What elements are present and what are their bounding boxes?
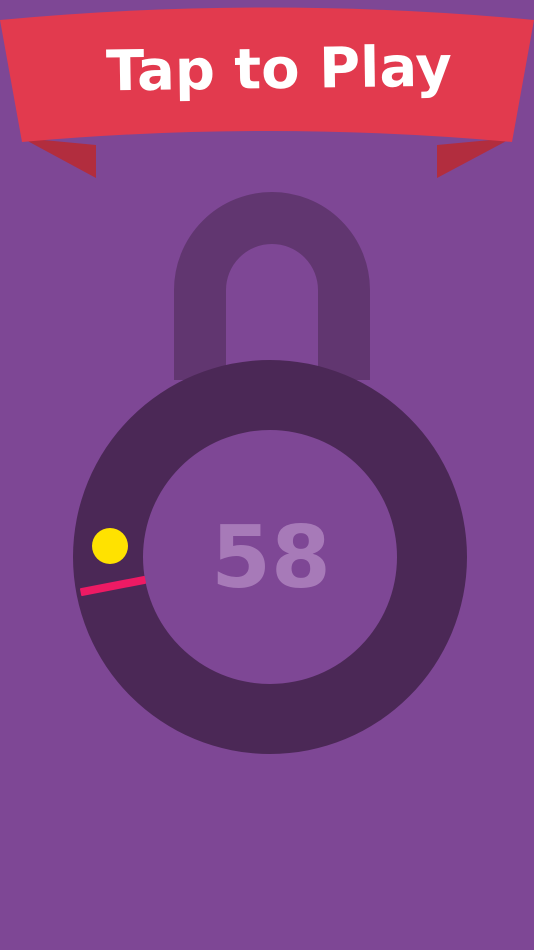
- banner-tail-right: [437, 138, 512, 178]
- game-canvas[interactable]: Tap to Play 58: [0, 0, 534, 950]
- level-number: 58: [211, 508, 331, 608]
- tap-to-play-label[interactable]: Tap to Play: [106, 35, 453, 105]
- lock-shackle: [174, 192, 370, 380]
- player-dot: [92, 528, 128, 564]
- banner-tail-left: [22, 138, 96, 178]
